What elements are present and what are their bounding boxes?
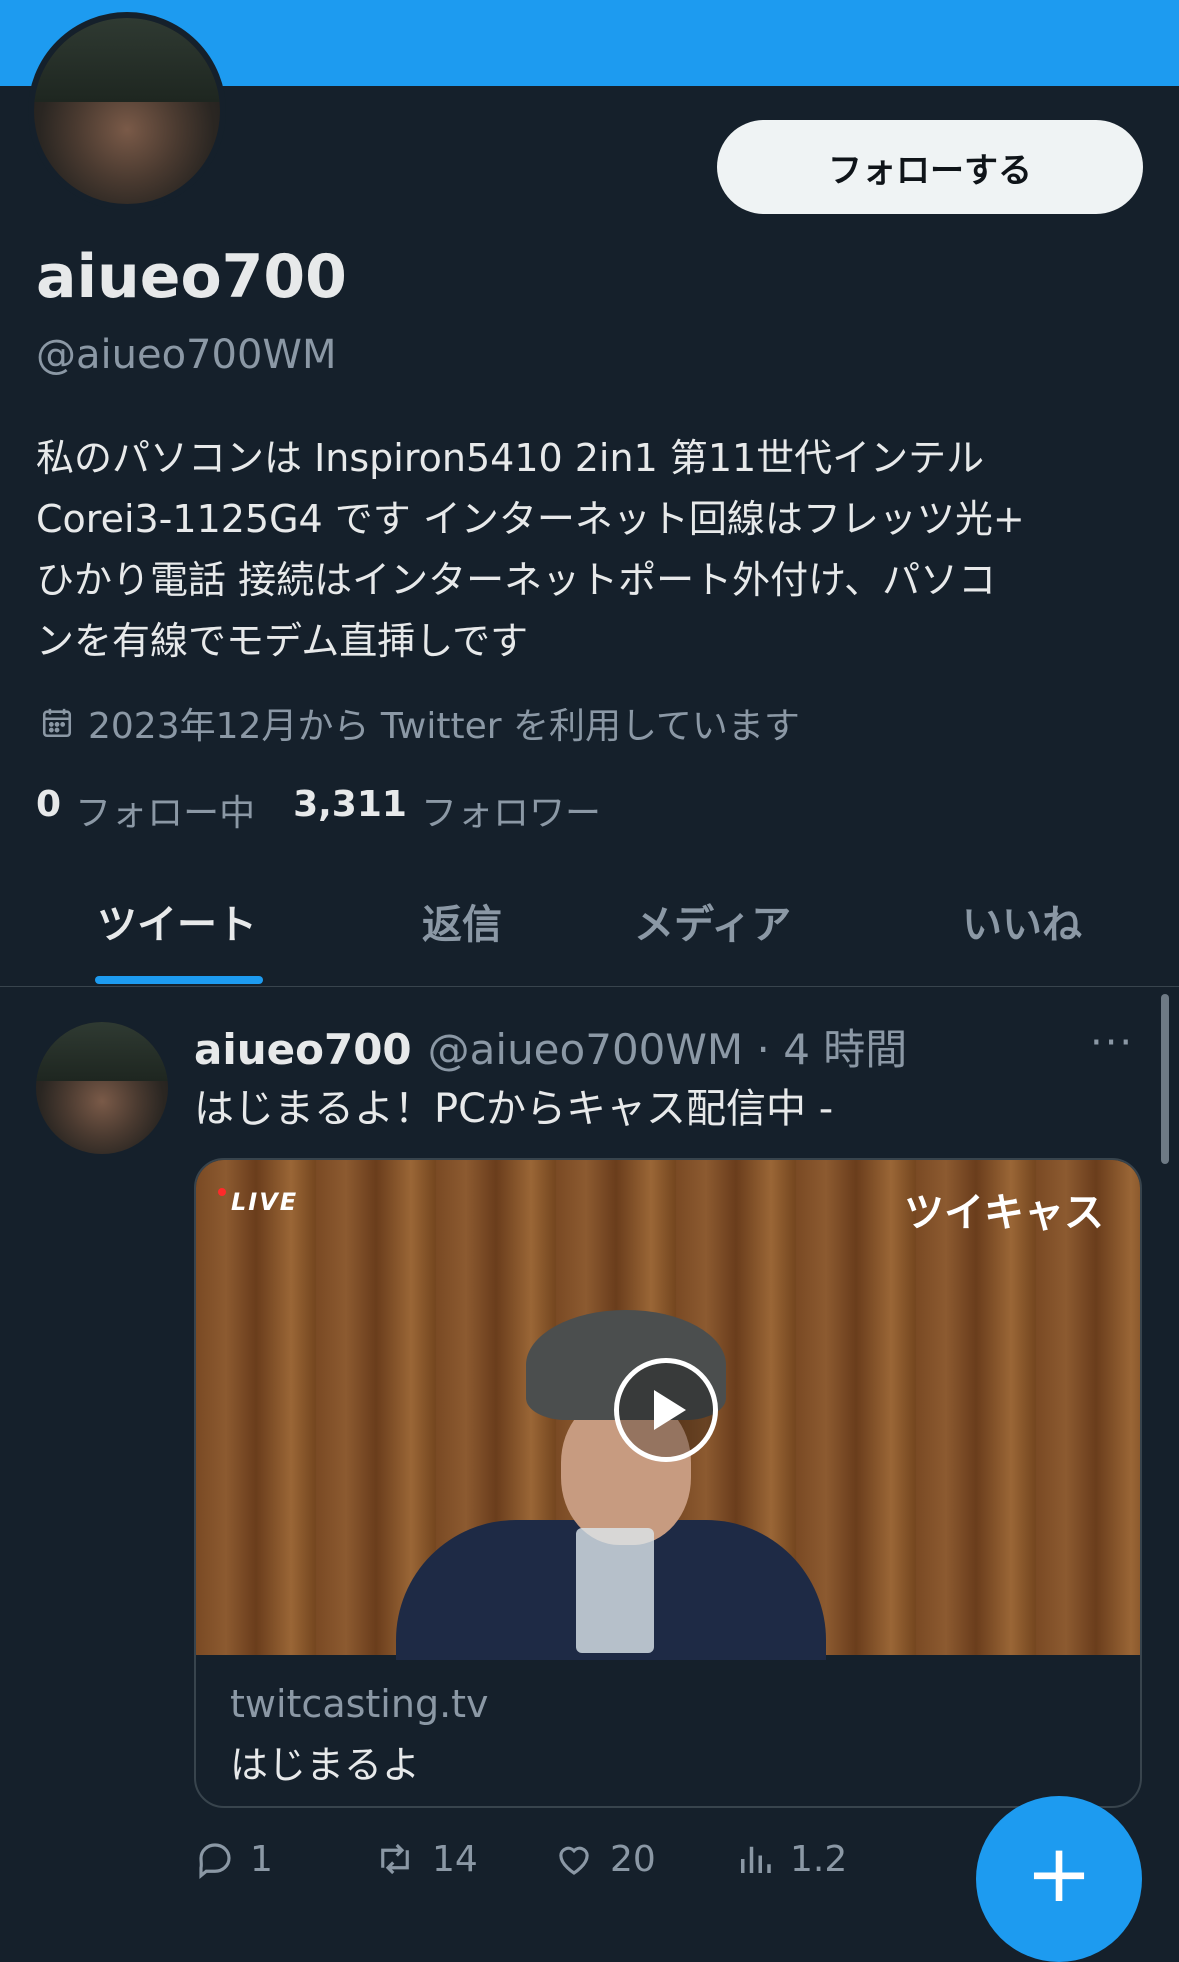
follow-stats: 0 フォロー中 3,311 フォロワー <box>36 784 639 836</box>
video-thumbnail[interactable]: LIVE ツイキャス <box>196 1160 1140 1660</box>
tab-media[interactable]: メディア <box>634 892 791 950</box>
link-card[interactable]: LIVE ツイキャス twitcasting.tv はじまるよ <box>194 1158 1142 1808</box>
like-count: 20 <box>610 1838 656 1880</box>
tweet-handle-time: @aiueo700WM · 4 時間 <box>427 1025 908 1074</box>
following-link[interactable]: 0 フォロー中 <box>36 784 255 836</box>
like-button[interactable]: 20 <box>552 1838 656 1880</box>
reply-button[interactable]: 1 <box>194 1838 273 1880</box>
tweet-text: はじまるよ！PCからキャス配信中 - <box>194 1086 834 1132</box>
followers-count: 3,311 <box>293 784 407 825</box>
retweet-count: 14 <box>432 1838 478 1880</box>
plus-icon: + <box>1025 1827 1093 1920</box>
calendar-icon <box>42 708 72 738</box>
more-options-icon[interactable]: ··· <box>1090 1020 1134 1066</box>
analytics-icon <box>741 1846 771 1873</box>
compose-tweet-button[interactable]: + <box>976 1796 1142 1962</box>
reply-icon <box>199 1843 231 1879</box>
retweet-icon <box>381 1843 409 1875</box>
retweet-button[interactable]: 14 <box>372 1838 478 1880</box>
active-tab-indicator <box>95 976 263 984</box>
joined-text: 2023年12月から Twitter を利用しています <box>88 706 800 747</box>
followers-label: フォロワー <box>420 793 601 834</box>
tweet-author-name[interactable]: aiueo700 <box>194 1025 412 1074</box>
tab-replies[interactable]: 返信 <box>422 892 502 950</box>
following-label: フォロー中 <box>75 793 256 834</box>
tweet-avatar[interactable] <box>36 1022 168 1154</box>
twitcasting-logo: ツイキャス <box>904 1190 1104 1236</box>
reply-count: 1 <box>250 1838 273 1880</box>
scrollbar[interactable] <box>1161 994 1169 1164</box>
card-title: はじまるよ <box>230 1743 421 1787</box>
followers-link[interactable]: 3,311 フォロワー <box>293 784 601 836</box>
profile-avatar[interactable] <box>28 12 226 210</box>
follow-button[interactable]: フォローする <box>717 120 1143 214</box>
joined-date: 2023年12月から Twitter を利用しています <box>40 697 800 749</box>
views-button[interactable]: 1.2 <box>734 1838 847 1880</box>
live-label: LIVE <box>231 1188 299 1216</box>
tweet-header: aiueo700 @aiueo700WM · 4 時間 <box>194 1016 907 1077</box>
play-icon[interactable] <box>614 1358 718 1462</box>
profile-tabs: ツイート 返信 メディア いいね <box>0 870 1179 987</box>
live-badge: LIVE <box>218 1188 298 1216</box>
view-count: 1.2 <box>790 1838 848 1880</box>
following-count: 0 <box>36 784 62 825</box>
profile-bio: 私のパソコンは Inspiron5410 2in1 第11世代インテル Core… <box>36 436 1025 663</box>
heart-icon <box>559 1846 589 1875</box>
card-domain: twitcasting.tv <box>230 1682 489 1726</box>
tab-tweets[interactable]: ツイート <box>97 892 257 950</box>
profile-handle: @aiueo700WM <box>36 332 337 378</box>
thumbnail-glass <box>576 1528 654 1653</box>
tab-likes[interactable]: いいね <box>962 892 1082 950</box>
profile-name: aiueo700 <box>36 242 347 312</box>
